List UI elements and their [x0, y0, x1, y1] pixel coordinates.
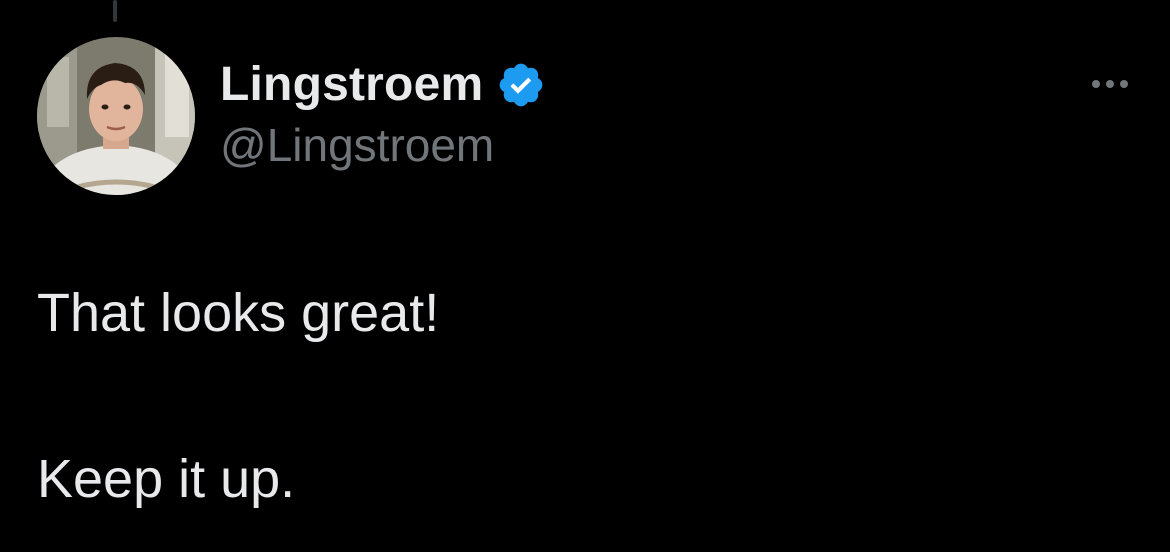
avatar-photo: [37, 37, 195, 195]
thread-connector-line: [113, 0, 117, 22]
avatar[interactable]: [37, 37, 195, 195]
tweet-view: Lingstroem @Lingstroem That looks great!…: [0, 0, 1170, 552]
verified-badge-icon[interactable]: [496, 60, 546, 110]
author-name-text: Lingstroem: [220, 58, 484, 111]
author-display-name[interactable]: Lingstroem: [220, 55, 546, 115]
more-options-button[interactable]: [1078, 62, 1142, 106]
tweet-text: That looks great! Keep it up.: [37, 286, 1127, 518]
more-horizontal-icon: [1092, 80, 1128, 88]
author-handle[interactable]: @Lingstroem: [220, 122, 494, 168]
tweet-text-line: That looks great!: [37, 283, 440, 343]
tweet-text-line: Keep it up.: [37, 449, 296, 509]
